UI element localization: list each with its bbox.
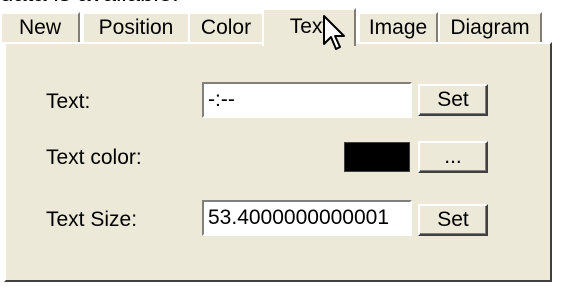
- set-size-button[interactable]: Set: [418, 204, 488, 236]
- text-color-label: Text color:: [46, 146, 142, 169]
- tab-image[interactable]: Image: [358, 12, 438, 42]
- header-text: data is available.: [0, 0, 179, 8]
- text-color-swatch: [344, 142, 410, 172]
- tab-color[interactable]: Color: [188, 12, 264, 42]
- tab-new-label: New: [18, 16, 61, 39]
- text-field[interactable]: [202, 82, 412, 118]
- tab-diagram-label: Diagram: [450, 16, 530, 39]
- tab-diagram[interactable]: Diagram: [438, 12, 542, 42]
- arrow-pointer-icon: [323, 15, 345, 50]
- tab-new[interactable]: New: [0, 12, 80, 42]
- tab-color-label: Color: [200, 16, 252, 39]
- tab-position[interactable]: Position: [82, 12, 190, 42]
- set-text-button[interactable]: Set: [418, 84, 488, 116]
- tab-position-label: Position: [98, 16, 174, 39]
- text-size-field[interactable]: [202, 200, 412, 236]
- choose-color-button[interactable]: ...: [418, 141, 488, 173]
- text-label: Text:: [46, 90, 91, 113]
- text-size-label: Text Size:: [46, 208, 138, 231]
- tab-strip: New Position Color Text Image Diagram: [0, 8, 562, 46]
- tab-image-label: Image: [368, 16, 428, 39]
